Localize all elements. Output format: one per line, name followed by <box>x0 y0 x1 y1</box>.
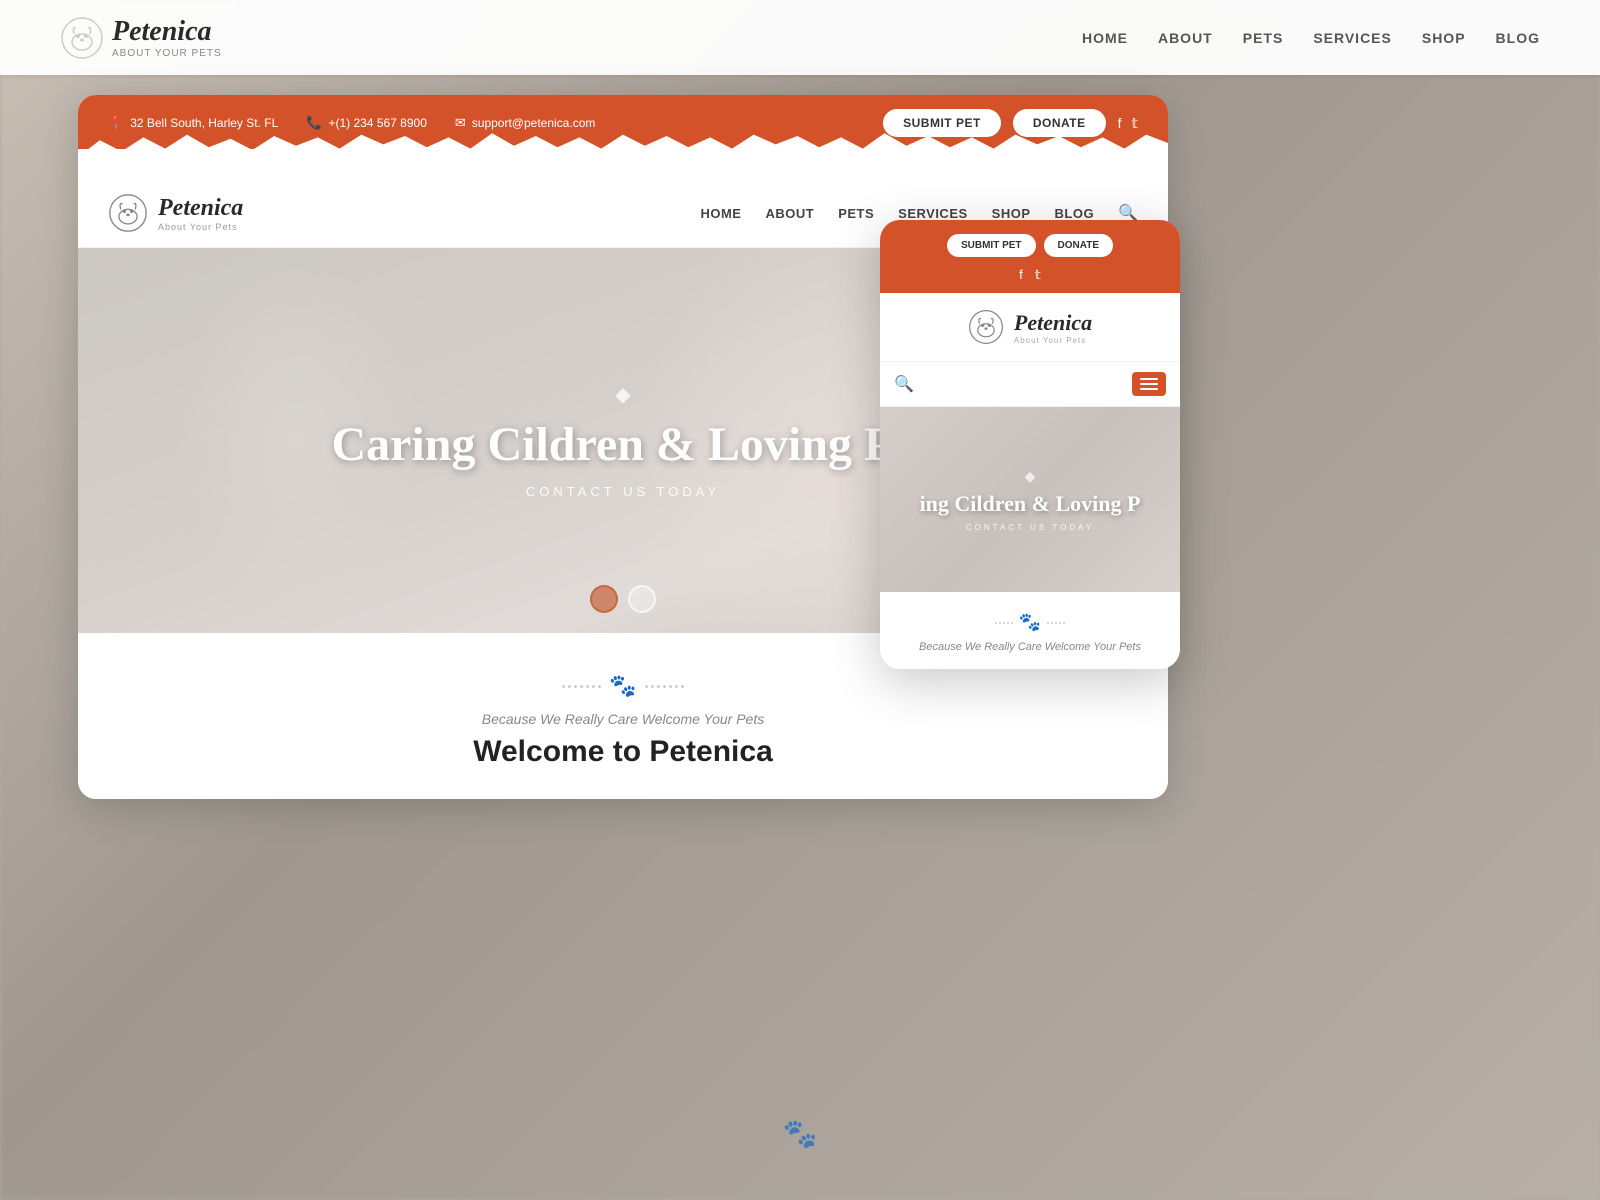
paw-divider: 🐾 <box>108 673 1138 699</box>
mobile-tagline: Because We Really Care Welcome Your Pets <box>896 641 1164 653</box>
mobile-orange-bar: SUBMIT PET DONATE f 𝕥 <box>880 220 1180 293</box>
hamburger-button[interactable] <box>1132 372 1166 396</box>
card-logo-sub: About Your Pets <box>158 222 243 232</box>
mobile-logo-name: Petenica <box>1014 310 1092 336</box>
mobile-twitter-icon[interactable]: 𝕥 <box>1035 267 1041 283</box>
content-tagline: Because We Really Care Welcome Your Pets <box>108 711 1138 727</box>
card-nav-shop[interactable]: SHOP <box>992 206 1031 221</box>
mobile-hero: ◆ ing Cildren & Loving P CONTACT US TODA… <box>880 407 1180 592</box>
hamburger-line-3 <box>1140 388 1158 390</box>
phone-icon: 📞 <box>306 115 322 131</box>
mobile-facebook-icon[interactable]: f <box>1019 267 1023 283</box>
mobile-dots-left <box>995 622 1013 624</box>
paw-icon: 🐾 <box>609 673 636 699</box>
card-nav-blog[interactable]: BLOG <box>1055 206 1095 221</box>
bg-nav-pets[interactable]: PETS <box>1243 30 1284 46</box>
mobile-logo-text: Petenica About Your Pets <box>1014 310 1092 345</box>
bg-nav-home[interactable]: HOME <box>1082 30 1128 46</box>
email-text: support@petenica.com <box>472 116 596 130</box>
card-nav-pets[interactable]: PETS <box>838 206 874 221</box>
hero-diamond: ◆ <box>331 382 914 407</box>
phone-text: +(1) 234 567 8900 <box>328 116 426 130</box>
email-item: ✉ support@petenica.com <box>455 115 596 131</box>
mobile-hero-diamond: ◆ <box>920 468 1141 485</box>
bg-logo-sub: About Your Pets <box>112 48 222 59</box>
mobile-card: SUBMIT PET DONATE f 𝕥 Petenica About You… <box>880 220 1180 669</box>
social-icons: f 𝕥 <box>1118 115 1138 132</box>
mobile-buttons: SUBMIT PET DONATE <box>896 234 1164 257</box>
submit-pet-button[interactable]: SUBMIT PET <box>883 109 1001 137</box>
card-nav-home[interactable]: HOME <box>700 206 741 221</box>
section-title: Welcome to Petenica <box>108 735 1138 769</box>
mobile-paw-divider: 🐾 <box>896 612 1164 633</box>
card-logo-icon <box>108 193 148 233</box>
mobile-logo-sub: About Your Pets <box>1014 336 1092 345</box>
mobile-paw-icon: 🐾 <box>1019 612 1041 633</box>
mobile-hero-subtitle: CONTACT US TODAY <box>920 523 1141 532</box>
bg-logo: Petenica About Your Pets <box>60 16 222 60</box>
address-item: 📍 32 Bell South, Harley St. FL <box>108 115 278 131</box>
bg-nav-shop[interactable]: SHOP <box>1422 30 1466 46</box>
hamburger-line-2 <box>1140 383 1158 385</box>
topbar-right: SUBMIT PET DONATE f 𝕥 <box>883 109 1138 137</box>
phone-item: 📞 +(1) 234 567 8900 <box>306 115 427 131</box>
mobile-content: 🐾 Because We Really Care Welcome Your Pe… <box>880 592 1180 669</box>
mobile-search-icon[interactable]: 🔍 <box>894 374 914 394</box>
slider-dots <box>590 585 656 613</box>
bg-nav-about[interactable]: ABOUT <box>1158 30 1213 46</box>
email-icon: ✉ <box>455 115 466 131</box>
bg-nav-blog[interactable]: BLOG <box>1496 30 1540 46</box>
facebook-icon[interactable]: f <box>1118 115 1122 131</box>
background-top-nav: Petenica About Your Pets HOME ABOUT PETS… <box>0 0 1600 75</box>
slider-dot-1[interactable] <box>590 585 618 613</box>
bg-logo-icon <box>60 16 104 60</box>
bg-logo-name: Petenica <box>112 16 222 48</box>
address-text: 32 Bell South, Harley St. FL <box>130 116 278 130</box>
donate-button[interactable]: DONATE <box>1013 109 1106 137</box>
hero-subtitle: CONTACT US TODAY <box>331 484 914 499</box>
slider-dot-2[interactable] <box>628 585 656 613</box>
twitter-icon[interactable]: 𝕥 <box>1131 115 1138 132</box>
mobile-logo-icon <box>968 309 1004 345</box>
contact-info: 📍 32 Bell South, Harley St. FL 📞 +(1) 23… <box>108 115 595 131</box>
card-nav-services[interactable]: SERVICES <box>898 206 968 221</box>
mobile-social: f 𝕥 <box>896 267 1164 283</box>
mobile-hero-content: ◆ ing Cildren & Loving P CONTACT US TODA… <box>920 468 1141 532</box>
card-logo-text: Petenica About Your Pets <box>158 195 243 232</box>
hero-content: ◆ Caring Cildren & Loving Pe CONTACT US … <box>331 382 914 499</box>
torn-edge <box>78 149 1168 179</box>
bg-logo-text: Petenica About Your Pets <box>112 16 222 59</box>
bg-nav-services[interactable]: SERVICES <box>1313 30 1392 46</box>
location-icon: 📍 <box>108 115 124 131</box>
mobile-logo-area: Petenica About Your Pets <box>880 293 1180 362</box>
mobile-dots-right <box>1047 622 1065 624</box>
card-nav-about[interactable]: ABOUT <box>765 206 814 221</box>
hamburger-line-1 <box>1140 378 1158 380</box>
dots-left <box>562 685 601 688</box>
mobile-hero-title: ing Cildren & Loving P <box>920 491 1141 517</box>
mobile-submit-pet-button[interactable]: SUBMIT PET <box>947 234 1036 257</box>
card-logo-name: Petenica <box>158 195 243 222</box>
card-logo: Petenica About Your Pets <box>108 193 243 233</box>
hero-title: Caring Cildren & Loving Pe <box>331 417 914 472</box>
dots-right <box>645 685 684 688</box>
mobile-donate-button[interactable]: DONATE <box>1044 234 1113 257</box>
mobile-search-bar: 🔍 <box>880 362 1180 407</box>
bg-nav: HOME ABOUT PETS SERVICES SHOP BLOG <box>1082 30 1540 46</box>
bottom-paw-icon: 🐾 <box>783 1117 818 1150</box>
